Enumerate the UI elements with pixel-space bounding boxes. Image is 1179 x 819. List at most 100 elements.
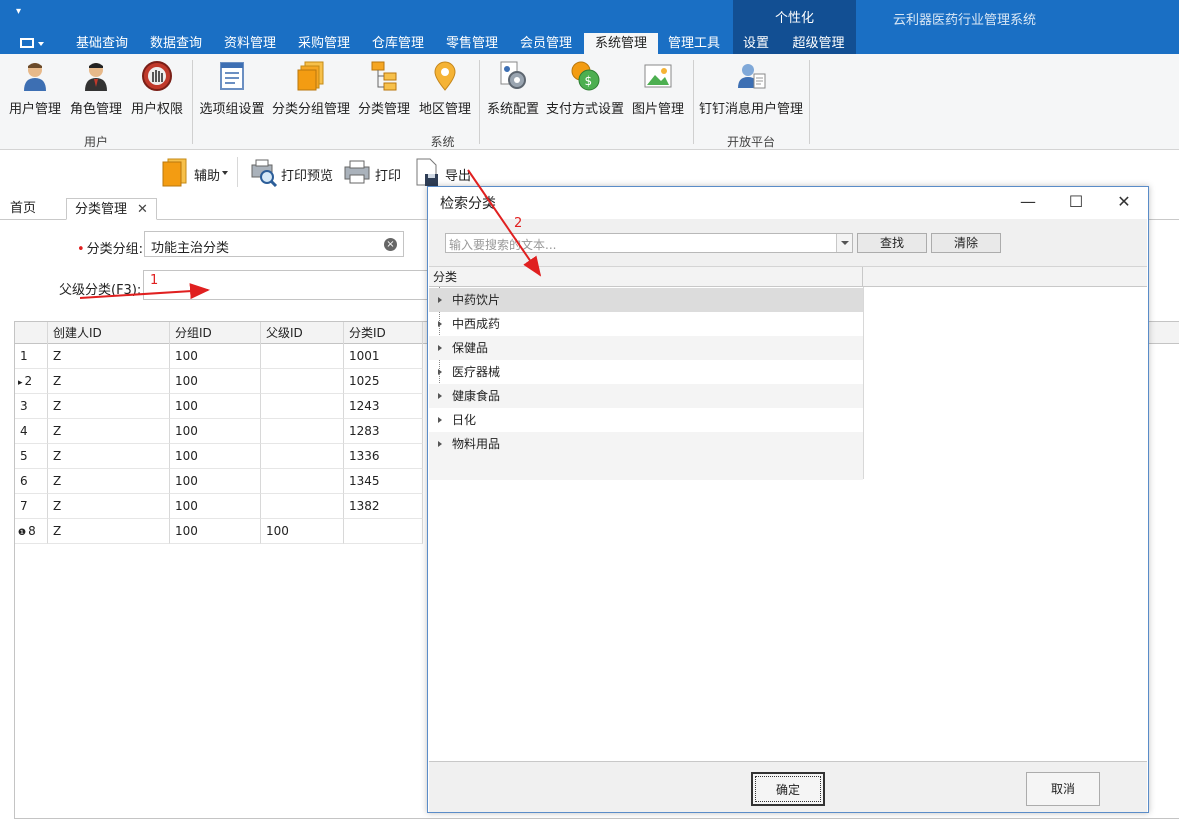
cell-parent-id[interactable]	[261, 494, 344, 519]
tree-column-header-category[interactable]: 分类	[429, 267, 863, 287]
cell-group-id[interactable]: 100	[170, 369, 261, 394]
tree-node[interactable]: 日化	[429, 408, 863, 432]
dingtalk-message-user-management-button[interactable]: 钉钉消息用户管理	[699, 58, 803, 118]
close-icon[interactable]: ✕	[1104, 191, 1144, 213]
row-number-label: 7	[20, 499, 28, 513]
cancel-button[interactable]: 取消	[1026, 772, 1100, 806]
cell-group-id[interactable]: 100	[170, 344, 261, 369]
cell-group-id[interactable]: 100	[170, 444, 261, 469]
tab-management-tools[interactable]: 管理工具	[658, 33, 730, 54]
cell-parent-id[interactable]	[261, 419, 344, 444]
find-button[interactable]: 查找	[857, 233, 927, 253]
option-group-settings-button[interactable]: 选项组设置	[199, 58, 265, 118]
expand-arrow-icon[interactable]	[438, 321, 442, 327]
export-button[interactable]: 导出	[412, 157, 472, 189]
cell-category-id[interactable]	[344, 519, 423, 544]
tab-member-management[interactable]: 会员管理	[510, 33, 582, 54]
category-group-management-button[interactable]: 分类分组管理	[272, 58, 350, 118]
quick-access-toolbar-icon[interactable]: ▾	[16, 6, 21, 17]
region-management-button[interactable]: 地区管理	[417, 58, 473, 118]
cell-creator-id[interactable]: Z	[48, 369, 170, 394]
tree-node[interactable]: 中药饮片	[429, 288, 863, 312]
cell-parent-id[interactable]: 100	[261, 519, 344, 544]
tree-node[interactable]: 健康食品	[429, 384, 863, 408]
role-management-button[interactable]: 角色管理	[67, 58, 125, 118]
tab-super-management[interactable]: 超级管理	[781, 33, 856, 54]
cell-parent-id[interactable]	[261, 344, 344, 369]
expand-arrow-icon[interactable]	[438, 441, 442, 447]
minimize-icon[interactable]: —	[1008, 191, 1048, 213]
cell-category-id[interactable]: 1345	[344, 469, 423, 494]
tab-system-management[interactable]: 系统管理	[584, 33, 658, 54]
tree-node[interactable]: 保健品	[429, 336, 863, 360]
tree-node[interactable]: 物料用品	[429, 432, 863, 456]
tree-node[interactable]: 医疗器械	[429, 360, 863, 384]
dialog-body: 输入要搜索的文本... 查找 清除 分类 中药饮片中西成药保健品 医疗器械 健康食品…	[429, 219, 1147, 761]
tab-basic-query[interactable]: 基础查询	[66, 33, 138, 54]
column-header-creator-id[interactable]: 创建人ID	[48, 322, 170, 344]
ok-button[interactable]: 确定	[751, 772, 825, 806]
assist-button[interactable]: 辅助	[160, 157, 232, 189]
tab-settings[interactable]: 设置	[733, 33, 779, 54]
cell-creator-id[interactable]: Z	[48, 519, 170, 544]
clear-icon[interactable]: ×	[384, 238, 397, 251]
cell-creator-id[interactable]: Z	[48, 419, 170, 444]
cell-group-id[interactable]: 100	[170, 519, 261, 544]
cell-category-id[interactable]: 1336	[344, 444, 423, 469]
payment-method-settings-button[interactable]: $ 支付方式设置	[546, 58, 624, 118]
cell-group-id[interactable]: 100	[170, 394, 261, 419]
cell-creator-id[interactable]: Z	[48, 394, 170, 419]
ribbon: 用户管理 角色管理 用户权限 用户 选项组设置 分类分组管理 分类管理 地区管理…	[0, 54, 1179, 150]
cell-group-id[interactable]: 100	[170, 419, 261, 444]
cell-creator-id[interactable]: Z	[48, 494, 170, 519]
cell-group-id[interactable]: 100	[170, 469, 261, 494]
cell-category-id[interactable]: 1001	[344, 344, 423, 369]
tree-node-label: 中西成药	[452, 317, 501, 331]
expand-arrow-icon[interactable]	[438, 369, 442, 375]
print-preview-button[interactable]: 打印预览	[248, 157, 333, 189]
cell-category-id[interactable]: 1025	[344, 369, 423, 394]
cell-category-id[interactable]: 1243	[344, 394, 423, 419]
cell-parent-id[interactable]	[261, 394, 344, 419]
row-number-label: 1	[20, 349, 28, 363]
tab-retail-management[interactable]: 零售管理	[436, 33, 508, 54]
tab-purchase-management[interactable]: 采购管理	[288, 33, 360, 54]
user-management-button[interactable]: 用户管理	[6, 58, 64, 118]
image-management-button[interactable]: 图片管理	[630, 58, 686, 118]
column-header-category-id[interactable]: 分类ID	[344, 322, 423, 344]
tree-node[interactable]: 中西成药	[429, 312, 863, 336]
expand-arrow-icon[interactable]	[438, 345, 442, 351]
file-menu-button[interactable]	[14, 35, 44, 51]
print-button[interactable]: 打印	[342, 157, 402, 189]
doc-tab-category-management[interactable]: 分类管理 ✕	[66, 198, 157, 220]
close-icon[interactable]: ✕	[137, 202, 148, 217]
category-group-field[interactable]: 功能主治分类 ×	[144, 231, 404, 257]
parent-category-field[interactable]	[143, 270, 433, 300]
row-number: 5	[15, 444, 48, 469]
cell-category-id[interactable]: 1382	[344, 494, 423, 519]
tab-warehouse-management[interactable]: 仓库管理	[362, 33, 434, 54]
tab-material-management[interactable]: 资料管理	[214, 33, 286, 54]
category-management-button[interactable]: 分类管理	[356, 58, 412, 118]
column-header-parent-id[interactable]: 父级ID	[261, 322, 344, 344]
expand-arrow-icon[interactable]	[438, 393, 442, 399]
cell-creator-id[interactable]: Z	[48, 344, 170, 369]
user-permission-button[interactable]: 用户权限	[128, 58, 186, 118]
system-config-button[interactable]: 系统配置	[485, 58, 541, 118]
column-header-group-id[interactable]: 分组ID	[170, 322, 261, 344]
expand-arrow-icon[interactable]	[438, 417, 442, 423]
cell-group-id[interactable]: 100	[170, 494, 261, 519]
expand-arrow-icon[interactable]	[438, 297, 442, 303]
cell-creator-id[interactable]: Z	[48, 444, 170, 469]
clear-button[interactable]: 清除	[931, 233, 1001, 253]
search-input[interactable]: 输入要搜索的文本...	[445, 233, 853, 253]
maximize-icon[interactable]: ☐	[1056, 191, 1096, 213]
doc-tab-home[interactable]: 首页	[2, 198, 44, 220]
cell-creator-id[interactable]: Z	[48, 469, 170, 494]
cell-parent-id[interactable]	[261, 469, 344, 494]
dropdown-button[interactable]	[836, 234, 852, 252]
cell-category-id[interactable]: 1283	[344, 419, 423, 444]
tab-data-query[interactable]: 数据查询	[140, 33, 212, 54]
cell-parent-id[interactable]	[261, 444, 344, 469]
cell-parent-id[interactable]	[261, 369, 344, 394]
